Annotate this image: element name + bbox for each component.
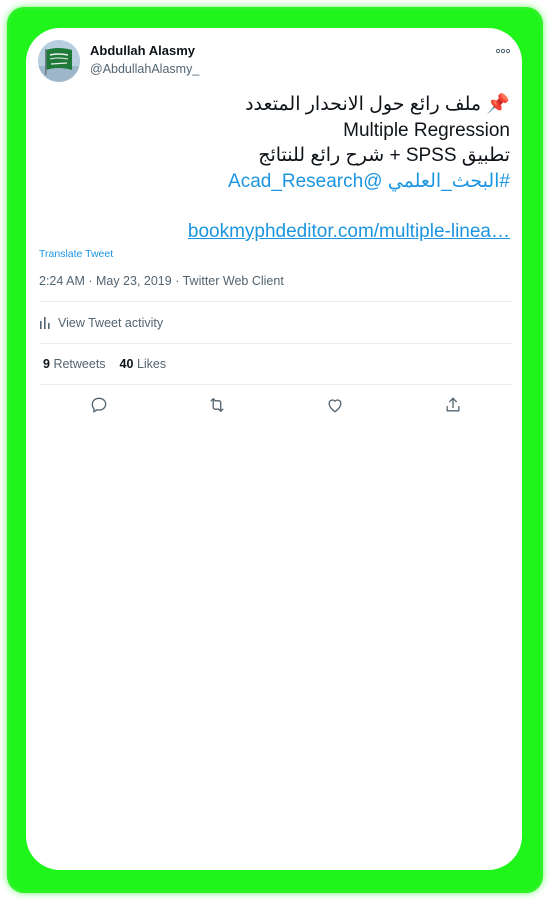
divider bbox=[39, 301, 512, 302]
avatar[interactable] bbox=[38, 40, 80, 82]
reply-icon[interactable] bbox=[87, 394, 111, 416]
translate-tweet-link[interactable]: Translate Tweet bbox=[39, 248, 113, 260]
tweet-timestamp[interactable]: 2:24 AM · May 23, 2019 · Twitter Web Cli… bbox=[39, 274, 284, 288]
saudi-flag-avatar-icon bbox=[38, 40, 80, 82]
author-name[interactable]: Abdullah Alasmy bbox=[90, 43, 195, 58]
hashtag-link[interactable]: #البحث_العلمي bbox=[388, 171, 510, 192]
share-icon[interactable] bbox=[441, 394, 465, 416]
tweet-line-link: bookmyphdeditor.com/multiple-linea… bbox=[50, 219, 510, 245]
more-dots-icon[interactable] bbox=[494, 42, 512, 56]
divider bbox=[39, 343, 512, 344]
tweet-card: Abdullah Alasmy @AbdullahAlasmy_ 📌 ملف ر… bbox=[26, 28, 522, 870]
retweets-label: Retweets bbox=[53, 357, 106, 371]
retweets-stat[interactable]: 9 Retweets bbox=[43, 357, 106, 371]
retweets-count: 9 bbox=[43, 357, 50, 371]
tweet-line-3: تطبيق SPSS + شرح رائع للنتائج bbox=[258, 145, 510, 166]
author-handle[interactable]: @AbdullahAlasmy_ bbox=[90, 62, 199, 76]
view-tweet-activity[interactable]: View Tweet activity bbox=[39, 314, 163, 332]
tweet-stats: 9 Retweets 40 Likes bbox=[43, 357, 166, 371]
bar-chart-icon bbox=[40, 317, 50, 329]
pushpin-emoji: 📌 bbox=[486, 94, 510, 115]
likes-count: 40 bbox=[119, 357, 134, 371]
tweet-header: Abdullah Alasmy @AbdullahAlasmy_ bbox=[38, 40, 512, 84]
retweet-icon[interactable] bbox=[205, 394, 229, 416]
view-tweet-activity-label: View Tweet activity bbox=[58, 316, 164, 330]
tweet-line-4: #البحث_العلمي @Acad_Research bbox=[50, 169, 510, 195]
likes-label: Likes bbox=[136, 357, 167, 371]
external-link[interactable]: bookmyphdeditor.com/multiple-linea… bbox=[188, 221, 510, 242]
tweet-actions bbox=[39, 392, 512, 418]
like-icon[interactable] bbox=[323, 394, 347, 416]
likes-stat[interactable]: 40 Likes bbox=[120, 357, 167, 371]
divider bbox=[39, 384, 512, 385]
tweet-body: 📌 ملف رائع حول الانحدار المتعدد Multiple… bbox=[50, 92, 510, 245]
tweet-line-1-text: ملف رائع حول الانحدار المتعدد bbox=[245, 94, 487, 115]
tweet-line-2: Multiple Regression bbox=[343, 119, 510, 141]
tweet-line-1: 📌 ملف رائع حول الانحدار المتعدد bbox=[50, 92, 510, 118]
mention-link[interactable]: @Acad_Research bbox=[228, 171, 383, 192]
